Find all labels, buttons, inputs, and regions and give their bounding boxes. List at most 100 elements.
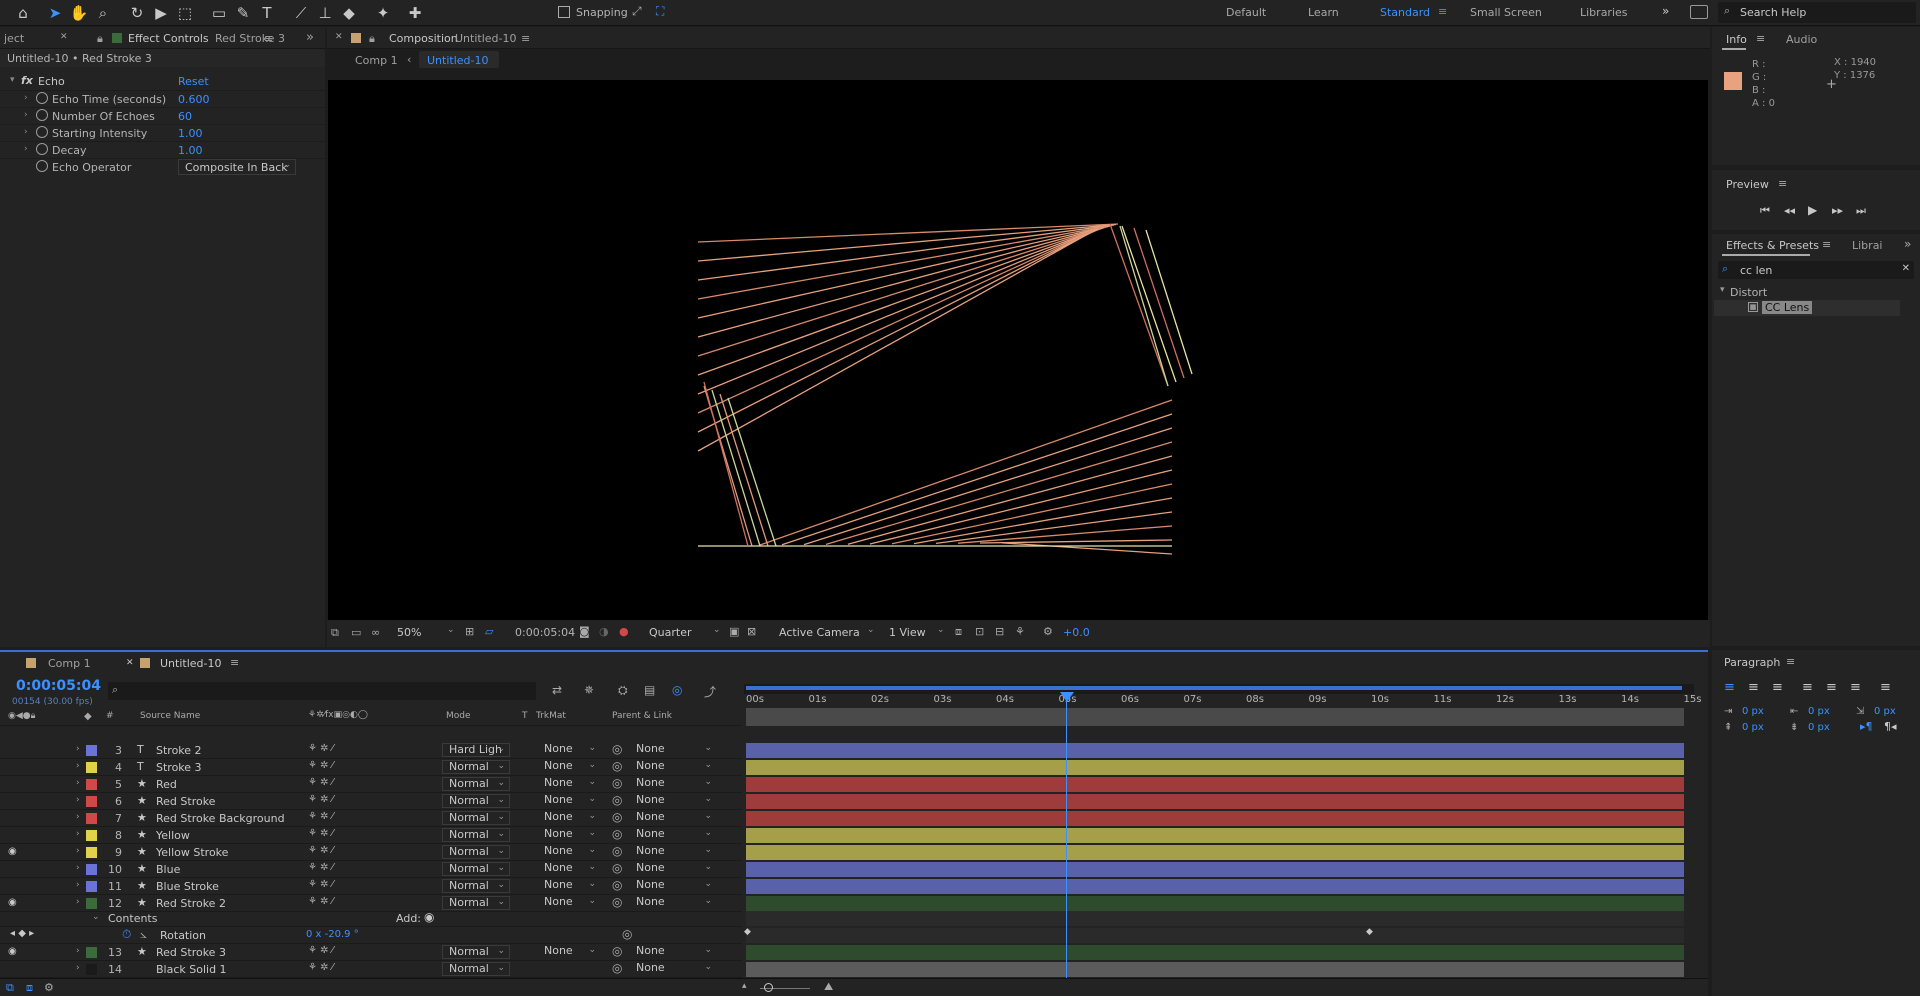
parent-dropdown[interactable]: None ⌄ <box>630 811 716 825</box>
layer-switches-icon[interactable]: ⚘ ✲ ⁄ <box>308 879 333 890</box>
twirl-right-icon[interactable]: › <box>76 795 80 805</box>
parent-dropdown[interactable]: None ⌄ <box>630 760 716 774</box>
chevron-down-icon[interactable]: ⌄ <box>713 625 721 635</box>
layer-row[interactable]: › 8 ★ Yellow ⚘ ✲ ⁄ Normal ⌄ None ⌄ ◎ None ⌄ <box>0 827 742 844</box>
zoom-slider-thumb[interactable] <box>764 983 773 992</box>
layer-row[interactable]: › 4 T Stroke 3 ⚘ ✲ ⁄ Normal ⌄ None ⌄ ◎ None ⌄ <box>0 759 742 776</box>
justify-all-icon[interactable]: ≡ <box>1880 680 1891 695</box>
layer-switches-icon[interactable]: ⚘ ✲ ⁄ <box>308 862 333 873</box>
property-value[interactable]: 0.600 <box>178 93 210 106</box>
tab-effect-controls[interactable]: Effect Controls <box>128 32 209 45</box>
mode-header[interactable]: Mode <box>446 711 471 721</box>
tab-composition[interactable]: Composition <box>389 32 458 45</box>
layer-duration-bar[interactable] <box>746 945 1684 960</box>
tab-untitled-10[interactable]: Untitled-10 <box>160 657 221 670</box>
mode-dropdown[interactable]: Normal ⌄ <box>442 945 510 959</box>
layer-duration-bar[interactable] <box>746 811 1684 826</box>
align-right-icon[interactable]: ≡ <box>1772 680 1783 695</box>
tab-project[interactable]: ject <box>4 32 24 45</box>
parent-pickwhip-icon[interactable]: ◎ <box>612 793 622 807</box>
parent-dropdown[interactable]: None ⌄ <box>630 879 716 893</box>
effect-item-row[interactable]: ▦ CC Lens <box>1714 300 1900 316</box>
visibility-eye-icon[interactable]: ◉ <box>8 846 17 857</box>
property-value[interactable]: 1.00 <box>178 127 203 140</box>
layer-duration-bar[interactable] <box>746 896 1684 911</box>
time-ruler[interactable]: 00s 01s 02s 03s 04s 05s 06s 07s 08s 09s 10s 11s 12s 1… <box>746 694 1701 708</box>
camera-dropdown[interactable]: Active Camera <box>779 626 860 639</box>
effects-search-input[interactable]: cc len <box>1740 264 1772 277</box>
twirl-right-icon[interactable]: › <box>76 812 80 822</box>
flowchart-icon[interactable]: ⚘ <box>1015 625 1025 638</box>
graph-editor-icon[interactable]: ⤴ <box>704 683 716 700</box>
shy-layers-icon[interactable]: ⛭ <box>618 683 628 698</box>
pan-behind-tool-icon[interactable]: ⬚ <box>174 2 196 24</box>
toggle-pixel-aspect-icon[interactable]: ⧈ <box>955 625 962 639</box>
brush-tool-icon[interactable]: ⟋ <box>290 2 312 24</box>
indent-first-value[interactable]: 0 px <box>1874 706 1896 717</box>
layer-row[interactable]: › 11 ★ Blue Stroke ⚘ ✲ ⁄ Normal ⌄ None ⌄ ◎ None ⌄ <box>0 878 742 895</box>
stopwatch-icon[interactable] <box>36 160 48 172</box>
trkmat-dropdown[interactable]: None ⌄ <box>536 945 600 959</box>
puppet-tool-icon[interactable]: ✚ <box>404 2 426 24</box>
justify-center-icon[interactable]: ≡ <box>1826 680 1837 695</box>
search-help-input[interactable]: Search Help <box>1740 6 1806 19</box>
layer-name[interactable]: Blue Stroke <box>156 880 219 893</box>
property-value[interactable]: 1.00 <box>178 144 203 157</box>
parent-dropdown[interactable]: None ⌄ <box>630 945 716 959</box>
time-navigator[interactable] <box>746 708 1684 726</box>
mode-dropdown[interactable]: Normal ⌄ <box>442 794 510 808</box>
parent-pickwhip-icon[interactable]: ◎ <box>612 861 622 875</box>
chevron-down-icon[interactable]: ⌄ <box>447 625 455 635</box>
layer-duration-bar[interactable] <box>746 760 1684 775</box>
panel-menu-icon[interactable]: ≡ <box>264 32 273 45</box>
layer-label-color[interactable] <box>86 796 97 807</box>
toggle-render-time-icon[interactable]: ⚙ <box>44 981 54 994</box>
rectangle-tool-icon[interactable]: ▭ <box>208 2 230 24</box>
layer-row[interactable]: ◉ › 13 ★ Red Stroke 3 ⚘ ✲ ⁄ Normal ⌄ None ⌄ ◎ None ⌄ <box>0 944 742 961</box>
layer-switches-icon[interactable]: ⚘ ✲ ⁄ <box>308 845 333 856</box>
type-tool-icon[interactable]: T <box>256 2 278 24</box>
layer-name[interactable]: Red Stroke 3 <box>156 946 226 959</box>
layer-duration-bar[interactable] <box>746 794 1684 809</box>
parent-pickwhip-icon[interactable]: ◎ <box>612 944 622 958</box>
layer-row[interactable]: › 10 ★ Blue ⚘ ✲ ⁄ Normal ⌄ None ⌄ ◎ None ⌄ <box>0 861 742 878</box>
show-snapshot-icon[interactable]: ◑ <box>599 625 609 638</box>
twirl-right-icon[interactable]: › <box>76 778 80 788</box>
workspace-default[interactable]: Default <box>1226 6 1266 19</box>
chevron-down-icon[interactable]: ⌄ <box>867 625 875 635</box>
workspace-menu-icon[interactable]: ≡ <box>1438 5 1447 18</box>
layer-name[interactable]: Blue <box>156 863 180 876</box>
parent-pickwhip-icon[interactable]: ◎ <box>612 961 622 975</box>
twirl-right-icon[interactable]: › <box>24 110 28 120</box>
workspace-layout-icon[interactable] <box>1690 5 1708 19</box>
close-icon[interactable]: ✕ <box>335 32 343 42</box>
mode-dropdown[interactable]: Normal ⌄ <box>442 879 510 893</box>
layer-duration-bar[interactable] <box>746 862 1684 877</box>
parent-pickwhip-icon[interactable]: ◎ <box>612 742 622 756</box>
lock-icon[interactable]: 🔒︎ <box>369 32 375 46</box>
eraser-tool-icon[interactable]: ◆ <box>338 2 360 24</box>
layer-label-color[interactable] <box>86 813 97 824</box>
source-name-header[interactable]: Source Name <box>140 711 200 721</box>
workspace-libraries[interactable]: Libraries <box>1580 6 1628 19</box>
panel-menu-icon[interactable]: ≡ <box>1778 177 1787 190</box>
playhead-line[interactable] <box>1066 692 1067 982</box>
current-timecode[interactable]: 0:00:05:04 <box>16 678 101 694</box>
layer-label-color[interactable] <box>86 745 97 756</box>
justify-right-icon[interactable]: ≡ <box>1850 680 1861 695</box>
mode-dropdown[interactable]: Normal ⌄ <box>442 828 510 842</box>
clone-stamp-tool-icon[interactable]: ⊥ <box>314 2 336 24</box>
trkmat-dropdown[interactable]: None ⌄ <box>536 862 600 876</box>
trkmat-dropdown[interactable]: None ⌄ <box>536 879 600 893</box>
close-icon[interactable]: ✕ <box>60 32 68 42</box>
layer-label-color[interactable] <box>86 830 97 841</box>
search-help-box[interactable]: ⌕ Search Help <box>1718 2 1916 23</box>
breadcrumb-comp-1[interactable]: Comp 1 <box>355 54 398 67</box>
mask-visibility-icon[interactable]: ∞ <box>371 626 380 639</box>
trkmat-dropdown[interactable]: None ⌄ <box>536 760 600 774</box>
mode-dropdown[interactable]: Normal ⌄ <box>442 862 510 876</box>
twirl-right-icon[interactable]: › <box>76 744 80 754</box>
clear-search-icon[interactable]: ✕ <box>1902 263 1910 274</box>
twirl-right-icon[interactable]: › <box>24 127 28 137</box>
mode-dropdown[interactable]: Normal ⌄ <box>442 777 510 791</box>
